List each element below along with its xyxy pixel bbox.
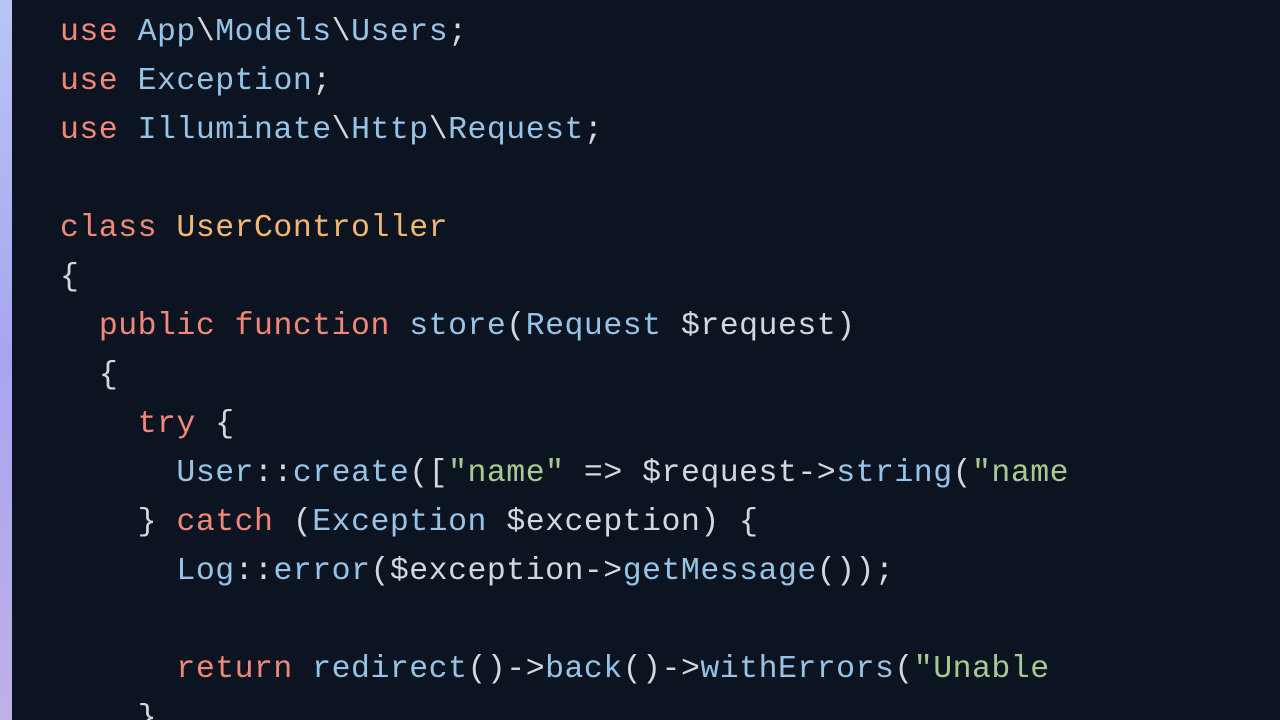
code-line: public function store(Request $request) — [60, 302, 1280, 351]
code-line: Log::error($exception->getMessage()); — [60, 547, 1280, 596]
code-line: } catch (Exception $exception) { — [60, 498, 1280, 547]
code-line: use App\Models\Users; — [60, 8, 1280, 57]
code-line — [60, 155, 1280, 204]
code-editor[interactable]: use App\Models\Users;use Exception;use I… — [12, 0, 1280, 720]
editor-accent-bar — [0, 0, 12, 720]
code-line: User::create(["name" => $request->string… — [60, 449, 1280, 498]
code-line: { — [60, 351, 1280, 400]
code-line: { — [60, 253, 1280, 302]
code-line: } — [60, 694, 1280, 720]
code-line — [60, 596, 1280, 645]
code-line: return redirect()->back()->withErrors("U… — [60, 645, 1280, 694]
code-content: use App\Models\Users;use Exception;use I… — [60, 8, 1280, 720]
code-line: class UserController — [60, 204, 1280, 253]
code-line: try { — [60, 400, 1280, 449]
code-line: use Illuminate\Http\Request; — [60, 106, 1280, 155]
code-line: use Exception; — [60, 57, 1280, 106]
